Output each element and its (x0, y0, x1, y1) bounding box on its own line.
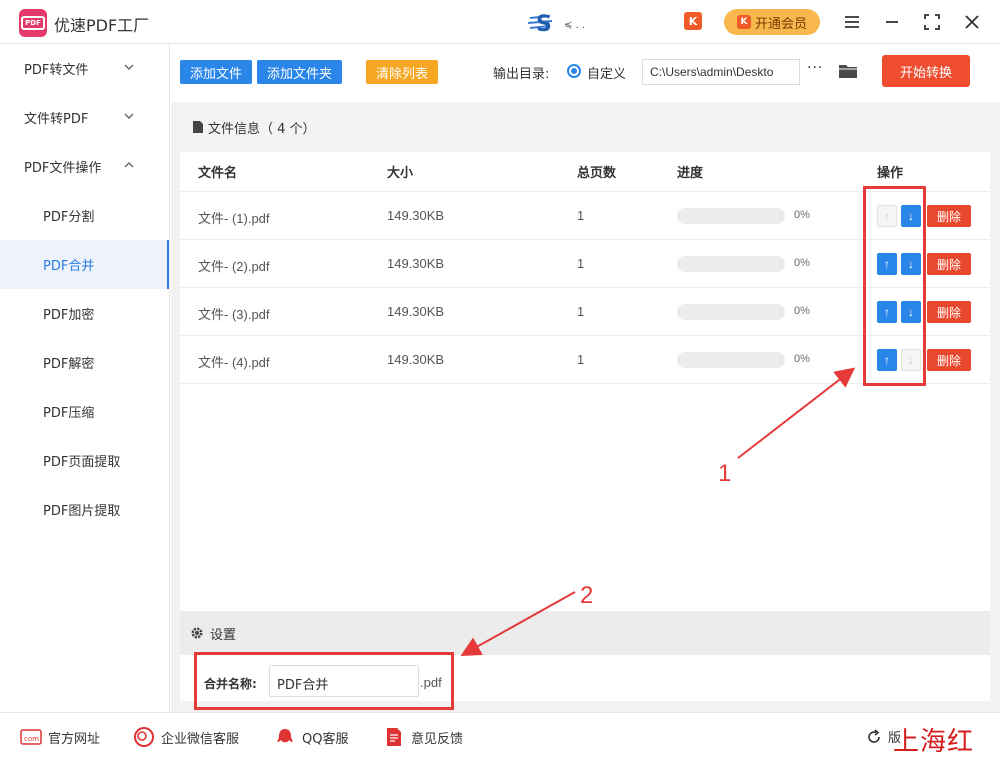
wechat-service-link[interactable]: 企业微信客服 (133, 727, 239, 747)
website-icon: com (20, 727, 42, 747)
sidebar: PDF转文件 文件转PDF PDF文件操作 PDF分割 PDF合并 PDF加密 … (0, 44, 170, 712)
title-bar: PDF 优速PDF工厂 S ≼ . . K K 开通会员 (0, 0, 1000, 44)
delete-button[interactable]: 删除 (927, 205, 971, 227)
feedback-label: 意见反馈 (411, 731, 464, 747)
vip-icon[interactable]: K (684, 12, 702, 30)
file-size: 149.30KB (387, 208, 445, 223)
gear-icon (191, 627, 203, 639)
file-info-title: 文件信息（ 4 个） (208, 121, 316, 137)
svg-text:≼ . .: ≼ . . (564, 20, 585, 31)
clear-list-button[interactable]: 清除列表 (366, 60, 438, 84)
progress-percent: 0% (794, 209, 810, 221)
progress-percent: 0% (794, 305, 810, 317)
close-icon[interactable] (960, 10, 984, 34)
refresh-icon (868, 728, 880, 743)
sidebar-item-pdf-image-extract[interactable]: PDF图片提取 (0, 485, 169, 534)
sidebar-group-file-to-pdf[interactable]: 文件转PDF (0, 93, 169, 142)
file-size: 149.30KB (387, 352, 445, 367)
svg-text:com: com (24, 735, 39, 743)
file-name: 文件- (2).pdf (198, 259, 270, 274)
file-pages: 1 (577, 208, 585, 223)
output-path-field[interactable]: C:\Users\admin\Deskto (642, 59, 800, 85)
sidebar-group-pdf-to-file[interactable]: PDF转文件 (0, 44, 169, 93)
sidebar-group-label: PDF转文件 (24, 63, 89, 78)
website-label: 官方网址 (48, 731, 101, 747)
qq-icon (274, 727, 296, 747)
col-progress: 进度 (677, 166, 704, 181)
brand-swoosh-logo: S ≼ . . (527, 12, 585, 36)
progress-bar (677, 256, 785, 272)
file-pages: 1 (577, 352, 585, 367)
app-logo-text: PDF (21, 16, 45, 30)
watermark-text: 上海红网 (893, 727, 975, 757)
annotation-box-merge-name (194, 652, 454, 710)
add-folder-button[interactable]: 添加文件夹 (257, 60, 342, 84)
annotation-label-2: 2 (580, 582, 594, 609)
delete-button[interactable]: 删除 (927, 253, 971, 275)
settings-title: 设置 (210, 627, 237, 643)
wechat-icon (133, 727, 155, 747)
file-name: 文件- (1).pdf (198, 211, 270, 226)
annotation-box-order-buttons (863, 186, 926, 386)
progress-bar (677, 304, 785, 320)
wechat-label: 企业微信客服 (161, 731, 240, 747)
toolbar: 添加文件 添加文件夹 清除列表 输出目录: 自定义 C:\Users\admin… (171, 44, 1000, 102)
col-filename: 文件名 (198, 166, 238, 181)
vip-badge-icon: K (736, 15, 751, 29)
folder-icon[interactable] (838, 63, 858, 79)
maximize-icon[interactable] (920, 10, 944, 34)
sidebar-group-label: PDF文件操作 (24, 161, 102, 176)
sidebar-item-pdf-decrypt[interactable]: PDF解密 (0, 338, 169, 387)
sidebar-item-pdf-encrypt[interactable]: PDF加密 (0, 289, 169, 338)
output-dir-label: 输出目录: (493, 67, 550, 82)
sidebar-item-pdf-split[interactable]: PDF分割 (0, 191, 169, 240)
sidebar-group-label: 文件转PDF (24, 112, 89, 127)
settings-header: 设置 (180, 611, 990, 655)
file-pages: 1 (577, 256, 585, 271)
file-name: 文件- (4).pdf (198, 355, 270, 370)
file-info-header: 文件信息（ 4 个） (180, 102, 990, 152)
app-logo-icon: PDF (19, 9, 47, 37)
col-size: 大小 (387, 166, 414, 181)
add-file-button[interactable]: 添加文件 (180, 60, 252, 84)
file-size: 149.30KB (387, 304, 445, 319)
sidebar-item-pdf-merge[interactable]: PDF合并 (0, 240, 169, 289)
chevron-down-icon (124, 61, 134, 74)
file-icon (193, 121, 203, 133)
sidebar-item-pdf-page-extract[interactable]: PDF页面提取 (0, 436, 169, 485)
chevron-up-icon (124, 159, 134, 172)
file-size: 149.30KB (387, 256, 445, 271)
col-pages: 总页数 (577, 166, 617, 181)
chevron-down-icon (124, 110, 134, 123)
website-link[interactable]: com 官方网址 (20, 727, 100, 747)
minimize-icon[interactable] (880, 10, 904, 34)
custom-dir-radio[interactable] (567, 64, 581, 78)
feedback-icon (383, 727, 405, 747)
delete-button[interactable]: 删除 (927, 349, 971, 371)
qq-service-link[interactable]: QQ客服 (274, 727, 348, 747)
progress-bar (677, 352, 785, 368)
qq-label: QQ客服 (302, 731, 349, 747)
app-title: 优速PDF工厂 (54, 16, 150, 35)
file-pages: 1 (577, 304, 585, 319)
col-actions: 操作 (877, 166, 904, 181)
progress-percent: 0% (794, 257, 810, 269)
svg-text:S: S (536, 12, 552, 36)
start-convert-button[interactable]: 开始转换 (882, 55, 970, 87)
feedback-link[interactable]: 意见反馈 (383, 727, 463, 747)
custom-dir-radio-label[interactable]: 自定义 (587, 63, 626, 82)
file-name: 文件- (3).pdf (198, 307, 270, 322)
vip-button[interactable]: K 开通会员 (724, 9, 820, 35)
sidebar-group-pdf-operations[interactable]: PDF文件操作 (0, 142, 169, 191)
delete-button[interactable]: 删除 (927, 301, 971, 323)
browse-more-button[interactable]: ··· (807, 60, 823, 76)
progress-bar (677, 208, 785, 224)
vip-button-label: 开通会员 (754, 16, 807, 32)
sidebar-item-pdf-compress[interactable]: PDF压缩 (0, 387, 169, 436)
footer: com 官方网址 企业微信客服 QQ客服 意见反馈 版 上海红网 (0, 712, 1000, 760)
progress-percent: 0% (794, 353, 810, 365)
annotation-label-1: 1 (718, 460, 732, 487)
menu-icon[interactable] (840, 10, 864, 34)
